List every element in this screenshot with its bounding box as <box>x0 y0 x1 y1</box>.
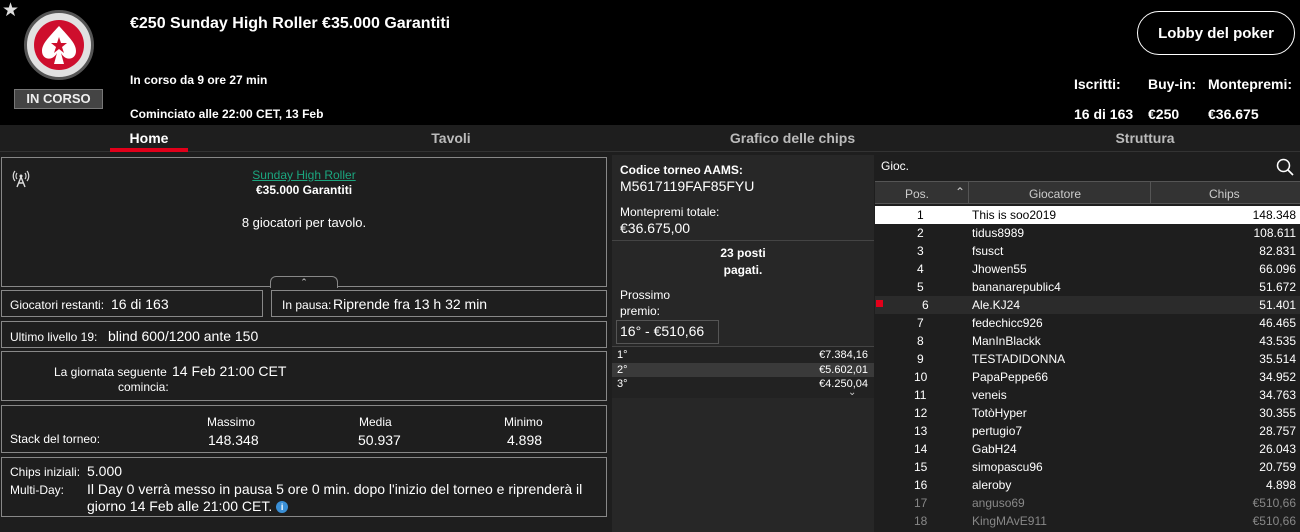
next-prize-label-1: Prossimo <box>620 288 671 302</box>
table-row[interactable]: 15 simopascu96 20.759 <box>875 458 1300 476</box>
tab-chip-graph[interactable]: Grafico delle chips <box>720 125 865 152</box>
running-time: In corso da 9 ore 27 min <box>130 73 268 87</box>
chips-value: 5.000 <box>87 463 123 479</box>
page-title: €250 Sunday High Roller €35.000 Garantit… <box>130 15 451 32</box>
table-row[interactable]: 5 bananarepublic4 51.672 <box>875 278 1300 296</box>
poker-lobby-button[interactable]: Lobby del poker <box>1137 11 1295 55</box>
next-day-label-1: La giornata seguente <box>54 365 167 379</box>
tab-structure[interactable]: Struttura <box>1100 125 1190 152</box>
multiday-value: Il Day 0 verrà messo in pausa 5 ore 0 mi… <box>87 481 583 514</box>
remaining-players-panel: Giocatori restanti: 16 di 163 <box>1 290 263 317</box>
sort-chevron-icon[interactable]: ⌃ <box>955 185 965 199</box>
tournament-info-panel: Sunday High Roller €35.000 Garantiti 8 g… <box>1 157 607 288</box>
table-row[interactable]: 18 KingMAvE911 €510,66 <box>875 512 1300 530</box>
table-row[interactable]: 17 anguso69 €510,66 <box>875 494 1300 512</box>
avg-label: Media <box>359 415 392 429</box>
next-day-label-2: comincia: <box>118 380 169 394</box>
prize-panel: Codice torneo AAMS: M5617119FAF85FYU Mon… <box>612 155 874 532</box>
table-row[interactable]: 1 This is soo2019 148.348 <box>875 206 1300 224</box>
table-row[interactable]: 16 aleroby 4.898 <box>875 476 1300 494</box>
players-list-panel: Gioc. Pos. ⌃ Giocatore Chips 1 This is so… <box>875 155 1300 532</box>
paid-places-2: pagati. <box>723 263 763 277</box>
info-icon[interactable]: i <box>276 501 289 514</box>
col-player[interactable]: Giocatore <box>1029 187 1081 201</box>
aams-code-value: M5617119FAF85FYU <box>620 178 755 194</box>
table-row[interactable]: 8 ManInBlackk 43.535 <box>875 332 1300 350</box>
players-search-label: Gioc. <box>881 159 910 173</box>
payout-row: 2° €5.602,01 <box>612 363 874 377</box>
max-label: Massimo <box>207 415 256 429</box>
total-prize-value: €36.675,00 <box>620 220 691 236</box>
aams-code-label: Codice torneo AAMS: <box>620 163 743 177</box>
tournament-link[interactable]: Sunday High Roller <box>2 168 606 182</box>
tab-home[interactable]: Home <box>110 125 188 152</box>
favorite-star-icon[interactable]: ★ <box>2 1 19 20</box>
table-row[interactable]: 10 PapaPeppe66 34.952 <box>875 368 1300 386</box>
table-row[interactable]: 3 fsusct 82.831 <box>875 242 1300 260</box>
players-per-table: 8 giocatori per tavolo. <box>241 215 367 230</box>
col-pos[interactable]: Pos. <box>905 187 929 201</box>
level-label: Ultimo livello 19: <box>10 330 98 344</box>
collapse-chevron-icon[interactable]: ⌃ <box>270 276 338 288</box>
payout-row: 3° €4.250,04 <box>617 378 868 390</box>
min-label: Minimo <box>504 415 543 429</box>
avg-value: 50.937 <box>358 432 401 448</box>
table-row[interactable]: 7 fedechicc926 46.465 <box>875 314 1300 332</box>
payout-row: 1° €7.384,16 <box>617 349 868 361</box>
guarantee-text: €35.000 Garantiti <box>255 183 353 197</box>
table-row[interactable]: 9 TESTADIDONNA 35.514 <box>875 350 1300 368</box>
table-row[interactable]: 14 GabH24 26.043 <box>875 440 1300 458</box>
prize-label: Montepremi: <box>1208 76 1292 92</box>
min-value: 4.898 <box>507 432 543 448</box>
entrants-value: 16 di 163 <box>1074 106 1134 122</box>
pause-panel: In pausa: Riprende fra 13 h 32 min <box>271 290 607 317</box>
table-row[interactable]: 4 Jhowen55 66.096 <box>875 260 1300 278</box>
multiday-label: Multi-Day: <box>10 483 65 497</box>
header: ★ IN CORSO €250 Sunday High Roller €35.0… <box>0 0 1300 125</box>
buyin-value: €250 <box>1148 106 1180 122</box>
col-chips[interactable]: Chips <box>1209 187 1240 201</box>
paid-places-1: 23 posti <box>720 246 766 260</box>
table-row[interactable]: 12 TotòHyper 30.355 <box>875 404 1300 422</box>
remaining-value: 16 di 163 <box>111 296 169 312</box>
pause-value: Riprende fra 13 h 32 min <box>333 296 488 312</box>
stack-label: Stack del torneo: <box>10 432 101 446</box>
active-player-marker <box>876 300 883 307</box>
pokerstars-logo <box>24 10 94 80</box>
level-panel: Ultimo livello 19: blind 600/1200 ante 1… <box>1 321 607 348</box>
start-time: Cominciato alle 22:00 CET, 13 Feb <box>130 107 324 121</box>
next-day-panel: La giornata seguente comincia: 14 Feb 21… <box>1 351 607 401</box>
remaining-label: Giocatori restanti: <box>10 298 105 312</box>
pause-label: In pausa: <box>282 298 332 312</box>
stack-panel: Stack del torneo: Massimo 148.348 Media … <box>1 405 607 453</box>
search-icon[interactable] <box>1276 158 1294 176</box>
expand-chevron-icon[interactable]: ⌄ <box>848 387 856 398</box>
next-prize-label-2: premio: <box>620 304 661 318</box>
chips-label: Chips iniziali: <box>10 465 81 479</box>
max-value: 148.348 <box>208 432 259 448</box>
list-header: Pos. ⌃ Giocatore Chips <box>875 181 1300 204</box>
next-day-value: 14 Feb 21:00 CET <box>172 363 287 379</box>
table-row[interactable]: 6 Ale.KJ24 51.401 <box>875 296 1300 314</box>
table-row[interactable]: 11 veneis 34.763 <box>875 386 1300 404</box>
tab-tables[interactable]: Tavoli <box>410 125 492 152</box>
chips-panel: Chips iniziali: 5.000 Multi-Day: Il Day … <box>1 457 607 517</box>
total-prize-label: Montepremi totale: <box>620 205 720 219</box>
table-row[interactable]: 2 tidus8989 108.611 <box>875 224 1300 242</box>
entrants-label: Iscritti: <box>1074 76 1121 92</box>
prize-value: €36.675 <box>1208 106 1259 122</box>
status-badge: IN CORSO <box>14 89 103 109</box>
payout-list: 1° €7.384,16 2° €5.602,01 3° €4.250,04 ⌄ <box>612 346 874 398</box>
table-row[interactable]: 13 pertugio7 28.757 <box>875 422 1300 440</box>
level-value: blind 600/1200 ante 150 <box>108 328 259 344</box>
buyin-label: Buy-in: <box>1148 76 1197 92</box>
next-prize-value: 16° - €510,66 <box>616 320 719 344</box>
tab-bar: Home Tavoli Grafico delle chips Struttur… <box>0 125 1300 152</box>
